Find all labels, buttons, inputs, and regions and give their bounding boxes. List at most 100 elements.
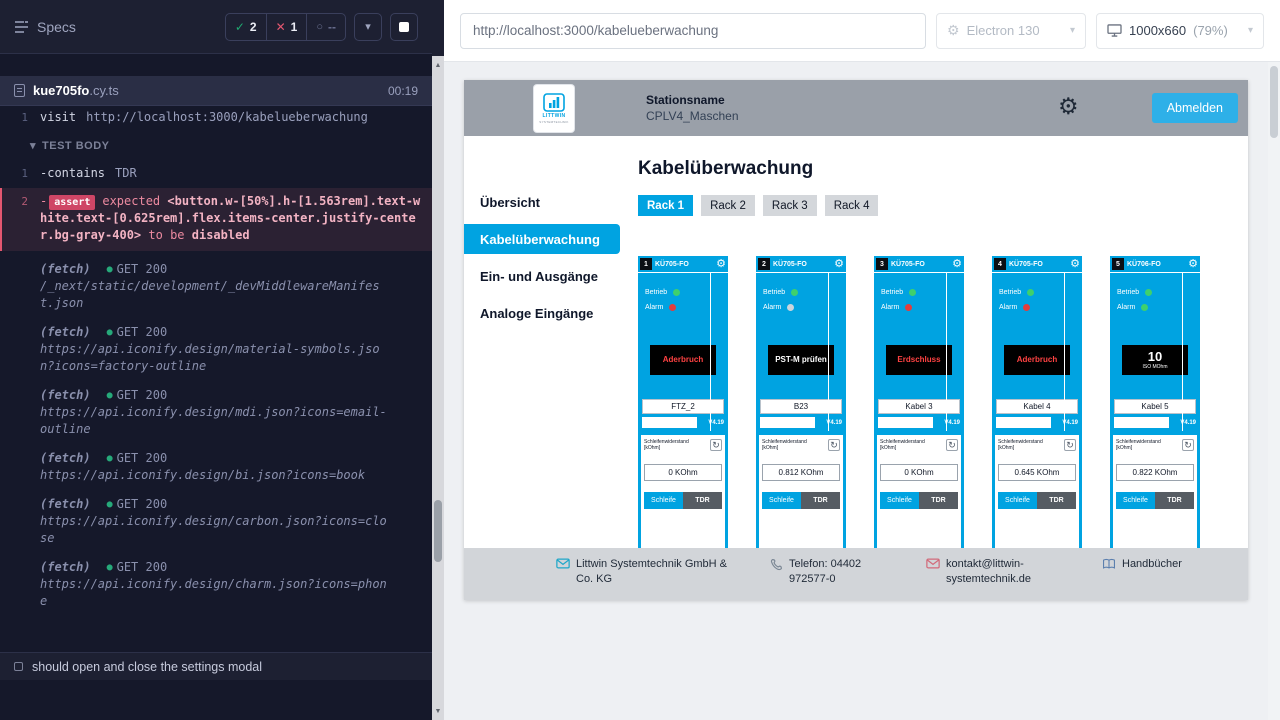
next-test-row[interactable]: should open and close the settings modal	[0, 652, 432, 680]
scrollbar-track[interactable]: ▲ ▼	[432, 56, 444, 720]
fetch-status: GET 200	[117, 450, 168, 467]
spec-list-icon	[14, 21, 29, 33]
url-input[interactable]	[460, 13, 926, 49]
command-name: -contains	[40, 166, 105, 180]
logout-button[interactable]: Abmelden	[1152, 93, 1238, 123]
tdr-button[interactable]: TDR	[1155, 492, 1194, 509]
failed-icon: ✕	[276, 20, 286, 34]
card-model: KÜ705-FO	[655, 261, 689, 268]
betrieb-label: Betrieb	[999, 289, 1021, 296]
browser-icon: ⚙	[947, 22, 960, 39]
browser-name: Electron 130	[967, 23, 1040, 38]
fetch-log-entry[interactable]: (fetch)●GET 200 https://api.iconify.desi…	[0, 553, 432, 616]
scroll-down-icon[interactable]: ▼	[432, 704, 444, 718]
stat-pending: ○--	[306, 14, 345, 40]
measure-value: 0.812 KOhm	[762, 464, 840, 481]
rack-tabs: Rack 1 Rack 2 Rack 3 Rack 4	[638, 195, 1232, 216]
card-settings-icon[interactable]: ⚙	[1070, 257, 1080, 271]
cable-name: Kabel 4	[996, 399, 1078, 414]
viewport-select[interactable]: 1000x660 (79%) ▾	[1096, 13, 1264, 49]
scroll-up-icon[interactable]: ▲	[432, 58, 444, 72]
fetch-log-entry[interactable]: (fetch)●GET 200 /_next/static/developmen…	[0, 255, 432, 318]
footer-company: Littwin Systemtechnik GmbH & Co. KG	[556, 557, 732, 587]
card-settings-icon[interactable]: ⚙	[1188, 257, 1198, 271]
betrieb-led	[909, 289, 916, 296]
command-arg: http://localhost:3000/kabelueberwachung	[86, 110, 368, 124]
alarm-label: Alarm	[881, 304, 899, 311]
contains-command[interactable]: 1 -containsTDR	[0, 163, 432, 184]
littwin-logo-icon	[543, 93, 565, 112]
status-display: 10 ISO MOhm	[1122, 345, 1188, 375]
measure-label: Schleifenwiderstand [kOhm]	[1116, 439, 1174, 451]
indicators: Betrieb Alarm	[756, 285, 846, 315]
betrieb-led	[791, 289, 798, 296]
card-model: KÜ705-FO	[891, 261, 925, 268]
sidebar-item-kabelueberwachung[interactable]: Kabelüberwachung	[464, 224, 620, 254]
indicators: Betrieb Alarm	[638, 285, 728, 315]
sidebar-item-uebersicht[interactable]: Übersicht	[464, 187, 620, 217]
card-header: 4 KÜ705-FO ⚙	[992, 256, 1082, 273]
status-dot-icon: ●	[107, 450, 113, 467]
visit-command[interactable]: 1 visithttp://localhost:3000/kabelueberw…	[0, 107, 432, 128]
tab-rack-3[interactable]: Rack 3	[763, 195, 817, 216]
stop-icon	[399, 22, 409, 32]
browser-select[interactable]: ⚙ Electron 130 ▾	[936, 13, 1086, 49]
measurement-panel: Schleifenwiderstand [kOhm]↻ 0.645 KOhm S…	[995, 435, 1079, 548]
device-card-4: 4 KÜ705-FO ⚙ Betrieb Alarm Aderbruch	[992, 256, 1082, 548]
littwin-app: LITTWIN SYSTEMTECHNIK Stationsname CPLV4…	[464, 80, 1248, 600]
schleife-button[interactable]: Schleife	[998, 492, 1037, 509]
tdr-button[interactable]: TDR	[919, 492, 958, 509]
chevron-down-icon: ▾	[1248, 25, 1253, 36]
footer-email: kontakt@littwin-systemtechnik.de	[926, 557, 1064, 587]
spec-row[interactable]: kue705fo.cy.ts 00:19	[0, 76, 432, 106]
refresh-icon[interactable]: ↻	[1182, 439, 1194, 451]
settings-gear-icon[interactable]: ⚙	[1058, 95, 1079, 118]
command-name: visit	[40, 110, 76, 124]
field-blank	[878, 417, 933, 428]
passed-icon: ✓	[235, 20, 245, 34]
schleife-button[interactable]: Schleife	[1116, 492, 1155, 509]
scrollbar-thumb[interactable]	[1270, 66, 1278, 138]
schleife-button[interactable]: Schleife	[880, 492, 919, 509]
fetch-log-entry[interactable]: (fetch)●GET 200 https://api.iconify.desi…	[0, 444, 432, 490]
alarm-label: Alarm	[645, 304, 663, 311]
refresh-icon[interactable]: ↻	[1064, 439, 1076, 451]
refresh-icon[interactable]: ↻	[828, 439, 840, 451]
schleife-button[interactable]: Schleife	[762, 492, 801, 509]
tdr-button[interactable]: TDR	[801, 492, 840, 509]
sidebar-item-analoge-eingaenge[interactable]: Analoge Eingänge	[464, 298, 620, 328]
tdr-button[interactable]: TDR	[683, 492, 722, 509]
failed-assert-command[interactable]: 2 -assertexpected <button.w-[50%].h-[1.5…	[0, 188, 432, 251]
tdr-button[interactable]: TDR	[1037, 492, 1076, 509]
collapse-button[interactable]: ▾	[354, 13, 382, 41]
field-blank	[642, 417, 697, 428]
refresh-icon[interactable]: ↻	[946, 439, 958, 451]
scrollbar-thumb[interactable]	[434, 500, 442, 562]
card-settings-icon[interactable]: ⚙	[952, 257, 962, 271]
card-settings-icon[interactable]: ⚙	[834, 257, 844, 271]
status-text: Aderbruch	[661, 355, 705, 364]
fetch-log-entry[interactable]: (fetch)●GET 200 https://api.iconify.desi…	[0, 318, 432, 381]
sidebar-item-ein-und-ausgaenge[interactable]: Ein- und Ausgänge	[464, 261, 620, 291]
alarm-led	[787, 304, 794, 311]
fetch-log-entry[interactable]: (fetch)●GET 200 https://api.iconify.desi…	[0, 381, 432, 444]
fetch-tag: (fetch)	[40, 324, 91, 341]
betrieb-label: Betrieb	[881, 289, 903, 296]
test-body-section[interactable]: ▾ TEST BODY	[0, 128, 432, 163]
schleife-button[interactable]: Schleife	[644, 492, 683, 509]
tab-rack-1[interactable]: Rack 1	[638, 195, 693, 216]
stop-button[interactable]	[390, 13, 418, 41]
fetch-log-entry[interactable]: (fetch)●GET 200 https://api.iconify.desi…	[0, 490, 432, 553]
card-settings-icon[interactable]: ⚙	[716, 257, 726, 271]
assert-state: disabled	[192, 228, 250, 242]
footer-manuals-link[interactable]: Handbücher	[1102, 557, 1182, 572]
tab-rack-2[interactable]: Rack 2	[701, 195, 755, 216]
measure-value: 0.645 KOhm	[998, 464, 1076, 481]
card-number: 2	[758, 258, 770, 270]
specs-button[interactable]: Specs	[14, 19, 76, 35]
refresh-icon[interactable]: ↻	[710, 439, 722, 451]
window-scrollbar[interactable]	[1268, 62, 1280, 720]
alarm-label: Alarm	[1117, 304, 1135, 311]
chevron-down-icon: ▾	[30, 138, 36, 155]
tab-rack-4[interactable]: Rack 4	[825, 195, 879, 216]
